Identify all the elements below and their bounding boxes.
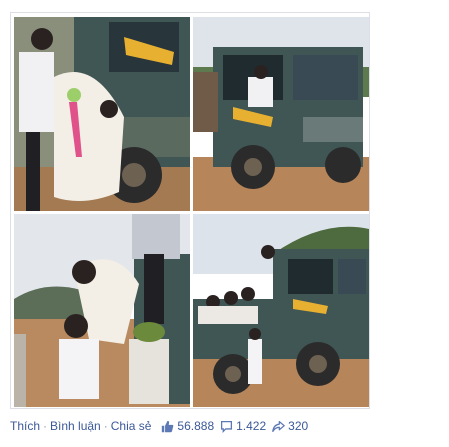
- likes-count-value: 56.888: [177, 419, 215, 433]
- comment-link[interactable]: Bình luận: [50, 419, 101, 433]
- comments-count[interactable]: 1.422: [220, 419, 266, 433]
- like-link[interactable]: Thích: [10, 419, 40, 433]
- photo-bride-lifted-down[interactable]: [14, 214, 190, 407]
- photo-image: [14, 17, 190, 211]
- photo-groom-in-truck-cab[interactable]: [193, 17, 369, 211]
- speech-bubble-icon: [221, 420, 233, 433]
- post-action-bar: Thích · Bình luận · Chia sẻ 56.888 1.422…: [10, 416, 440, 436]
- comments-count-value: 1.422: [236, 419, 267, 433]
- separator: ·: [43, 419, 48, 433]
- share-link[interactable]: Chia sẻ: [111, 419, 152, 433]
- shares-count-value: 320: [288, 419, 309, 433]
- share-arrow-icon: [272, 420, 285, 432]
- shares-count[interactable]: 320: [272, 419, 308, 433]
- thumbs-up-icon: [162, 420, 174, 432]
- photo-truck-with-guests[interactable]: [193, 214, 369, 407]
- likes-count[interactable]: 56.888: [161, 419, 214, 433]
- photo-groom-carrying-bride[interactable]: [14, 17, 190, 211]
- photo-image: [14, 214, 190, 407]
- photo-collage: [10, 12, 370, 409]
- separator: ·: [103, 419, 108, 433]
- photo-image: [193, 214, 369, 407]
- photo-image: [193, 17, 369, 211]
